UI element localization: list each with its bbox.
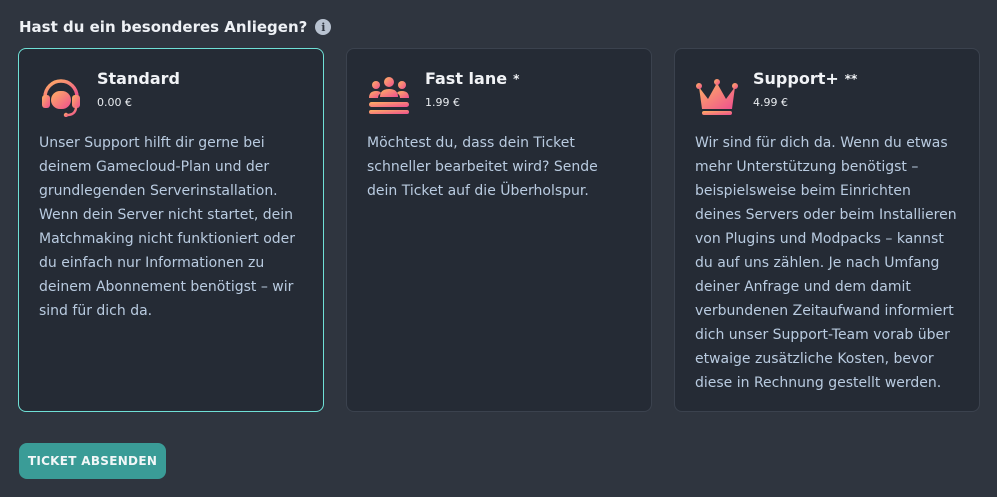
- group-icon: [369, 77, 409, 114]
- card-description: Unser Support hilft dir gerne bei deinem…: [39, 135, 296, 319]
- card-title-text: Standard: [97, 69, 180, 88]
- submit-ticket-button[interactable]: TICKET ABSENDEN: [19, 443, 166, 479]
- card-star: **: [844, 72, 858, 86]
- option-card-support-plus[interactable]: Support+ ** 4.99 € Wir sind für dich da. …: [674, 48, 980, 412]
- option-card-standard[interactable]: Standard 0.00 € Unser Support hilft dir …: [18, 48, 324, 412]
- crown-icon: [696, 79, 738, 115]
- card-title: Support+ **: [753, 69, 857, 89]
- card-title: Standard: [97, 69, 186, 89]
- card-title-text: Support+: [753, 69, 839, 88]
- card-title: Fast lane *: [425, 69, 519, 89]
- info-icon[interactable]: i: [315, 19, 332, 35]
- section-heading-text: Hast du ein besonderes Anliegen?: [19, 18, 308, 36]
- card-price: 1.99 €: [425, 96, 460, 109]
- option-card-fast-lane[interactable]: Fast lane * 1.99 € Möchtest du, dass dein…: [346, 48, 652, 412]
- card-price: 0.00 €: [97, 96, 132, 109]
- headset-icon: [42, 79, 80, 117]
- card-description: Möchtest du, dass dein Ticket schneller …: [367, 135, 598, 199]
- card-title-text: Fast lane: [425, 69, 508, 88]
- card-description: Wir sind für dich da. Wenn du etwas mehr…: [695, 135, 957, 391]
- card-price: 4.99 €: [753, 96, 788, 109]
- card-star: *: [513, 72, 520, 86]
- section-heading: Hast du ein besonderes Anliegen? i: [19, 18, 332, 36]
